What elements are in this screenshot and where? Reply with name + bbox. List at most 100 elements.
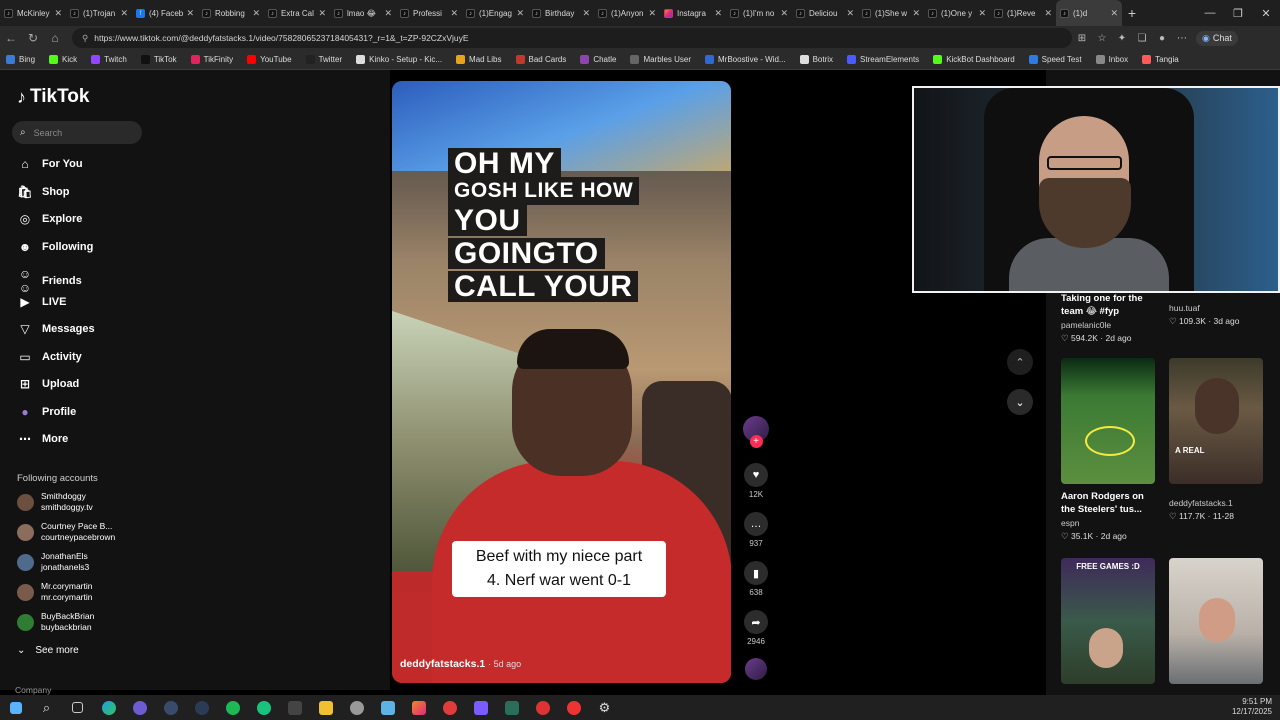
- related-card-4[interactable]: A REAL deddyfatstacks.1 ♡ 117.7K · 11-28: [1169, 358, 1263, 522]
- related-card-6[interactable]: [1169, 558, 1263, 684]
- browser-tab[interactable]: ♪ (1)I'm no ✕: [726, 0, 792, 26]
- task-view-icon[interactable]: [62, 695, 93, 720]
- nav-item-upload[interactable]: ⊞ Upload: [17, 377, 79, 391]
- close-tab-icon[interactable]: ✕: [648, 8, 656, 19]
- following-account[interactable]: JonathanEls jonathanels3: [17, 551, 89, 573]
- browser-tab[interactable]: ♪ (1)She w ✕: [858, 0, 924, 26]
- app-icon-2[interactable]: [124, 695, 155, 720]
- following-account[interactable]: BuyBackBrian buybackbrian: [17, 611, 94, 633]
- browser-tab[interactable]: ♪ (1)Trojan ✕: [66, 0, 132, 26]
- copilot-chat-button[interactable]: ◉ Chat: [1196, 30, 1238, 46]
- bookmark-item[interactable]: Marbles User: [630, 55, 691, 64]
- windows-start-icon[interactable]: [0, 695, 31, 720]
- browser-tab[interactable]: ♪ Birthday ✕: [528, 0, 594, 26]
- close-tab-icon[interactable]: ✕: [1044, 8, 1052, 19]
- like-button[interactable]: ♥ 12K: [740, 463, 772, 499]
- favorite-star-icon[interactable]: ☆: [1092, 33, 1112, 44]
- browser-tab[interactable]: ♪ (1)Reve ✕: [990, 0, 1056, 26]
- nav-item-home[interactable]: ⌂ For You: [17, 157, 82, 171]
- browser-tab[interactable]: Instagra ✕: [660, 0, 726, 26]
- close-tab-icon[interactable]: ✕: [186, 8, 194, 19]
- close-tab-icon[interactable]: ✕: [846, 8, 854, 19]
- taskbar-search-icon[interactable]: ⌕: [31, 695, 62, 720]
- edge-icon[interactable]: [93, 695, 124, 720]
- close-tab-icon[interactable]: ✕: [978, 8, 986, 19]
- follow-plus-icon[interactable]: +: [749, 435, 763, 448]
- app-icon-16[interactable]: [558, 695, 589, 720]
- bookmark-item[interactable]: Botrix: [799, 55, 833, 64]
- browser-tab[interactable]: f (4) Faceb ✕: [132, 0, 198, 26]
- app-icon-3[interactable]: [155, 695, 186, 720]
- site-info-icon[interactable]: ⚲: [82, 33, 88, 44]
- extensions-icon[interactable]: ✦: [1112, 33, 1132, 44]
- close-tab-icon[interactable]: ✕: [780, 8, 788, 19]
- browser-tab[interactable]: ♪ Extra Cal ✕: [264, 0, 330, 26]
- share-button[interactable]: ➦ 2946: [740, 610, 772, 646]
- following-account[interactable]: Smithdoggy smithdoggy.tv: [17, 491, 93, 513]
- app-icon-6[interactable]: [248, 695, 279, 720]
- profile-avatar-icon[interactable]: ●: [1152, 33, 1172, 44]
- save-button[interactable]: ▮ 638: [740, 561, 772, 597]
- system-clock[interactable]: 9:51 PM 12/17/2025: [1232, 697, 1272, 717]
- app-icon-9[interactable]: [341, 695, 372, 720]
- tiktok-logo[interactable]: ♪ TikTok: [17, 86, 89, 108]
- see-more-button[interactable]: ⌄ See more: [17, 645, 79, 656]
- close-tab-icon[interactable]: ✕: [450, 8, 458, 19]
- following-account[interactable]: Mr.corymartin mr.corymartin: [17, 581, 92, 603]
- nav-item-shop[interactable]: 🛍 Shop: [17, 185, 69, 199]
- nav-item-messages[interactable]: ▽ Messages: [17, 322, 94, 336]
- next-video-button[interactable]: ⌄: [1007, 389, 1033, 415]
- browser-tab[interactable]: ♪ Robbing ✕: [198, 0, 264, 26]
- bookmark-item[interactable]: MrBoostive - Wid...: [705, 55, 786, 64]
- related-card-1[interactable]: Taking one for the team 😂 #fyp pamelanic…: [1061, 292, 1153, 344]
- maximize-icon[interactable]: ❐: [1224, 7, 1252, 20]
- nav-item-compass[interactable]: ◎ Explore: [17, 212, 83, 226]
- sound-avatar-button[interactable]: [740, 658, 772, 680]
- minimize-icon[interactable]: —: [1196, 7, 1224, 19]
- nav-item-more[interactable]: ⋯ More: [17, 432, 68, 446]
- app-available-icon[interactable]: ⊞: [1072, 33, 1092, 44]
- related-card-5[interactable]: FREE GAMES :D: [1061, 558, 1155, 684]
- bookmark-item[interactable]: TikTok: [140, 55, 177, 64]
- app-icon-12[interactable]: [434, 695, 465, 720]
- app-icon-11[interactable]: [403, 695, 434, 720]
- bookmark-item[interactable]: Speed Test: [1028, 55, 1082, 64]
- app-icon-14[interactable]: [496, 695, 527, 720]
- close-tab-icon[interactable]: ✕: [120, 8, 128, 19]
- bookmark-item[interactable]: Inbox: [1095, 55, 1128, 64]
- bookmark-item[interactable]: StreamElements: [847, 55, 919, 64]
- collections-icon[interactable]: ❏: [1132, 33, 1152, 44]
- file-explorer-icon[interactable]: [310, 695, 341, 720]
- browser-tab[interactable]: ♪ Deliciou ✕: [792, 0, 858, 26]
- bookmark-item[interactable]: Twitter: [305, 55, 342, 64]
- close-tab-icon[interactable]: ✕: [54, 8, 62, 19]
- new-tab-button[interactable]: +: [1122, 5, 1142, 21]
- following-account[interactable]: Courtney Pace B... courtneypacebrown: [17, 521, 115, 543]
- close-tab-icon[interactable]: ✕: [318, 8, 326, 19]
- bookmark-item[interactable]: YouTube: [247, 55, 292, 64]
- app-icon-13[interactable]: [465, 695, 496, 720]
- previous-video-button[interactable]: ⌃: [1007, 349, 1033, 375]
- video-author[interactable]: deddyfatstacks.1 · 5d ago: [400, 658, 521, 670]
- bookmark-item[interactable]: Bing: [6, 55, 35, 64]
- settings-gear-icon[interactable]: ⚙: [589, 695, 620, 720]
- related-card-3[interactable]: Aaron Rodgers on the Steelers' tus... es…: [1061, 358, 1155, 542]
- close-tab-icon[interactable]: ✕: [912, 8, 920, 19]
- spotify-icon[interactable]: [217, 695, 248, 720]
- comment-button[interactable]: … 937: [740, 512, 772, 548]
- app-icon-15[interactable]: [527, 695, 558, 720]
- browser-tab[interactable]: ♪ McKinley ✕: [0, 0, 66, 26]
- browser-tab[interactable]: ♪ (1)One y ✕: [924, 0, 990, 26]
- close-tab-icon[interactable]: ✕: [252, 8, 260, 19]
- bookmark-item[interactable]: KickBot Dashboard: [933, 55, 1015, 64]
- search-input[interactable]: ⌕ Search: [12, 121, 142, 144]
- browser-tab[interactable]: ♪ lmao 😂 ✕: [330, 0, 396, 26]
- close-tab-icon[interactable]: ✕: [516, 8, 524, 19]
- related-card-2[interactable]: huu.tuaf ♡ 109.3K · 3d ago: [1169, 303, 1239, 327]
- close-tab-icon[interactable]: ✕: [714, 8, 722, 19]
- reload-icon[interactable]: ↻: [22, 31, 44, 45]
- bookmark-item[interactable]: Kinko - Setup - Kic...: [356, 55, 442, 64]
- nav-item-activity[interactable]: ▭ Activity: [17, 350, 81, 364]
- nav-item-profile[interactable]: ● Profile: [17, 405, 76, 419]
- bookmark-item[interactable]: Mad Libs: [456, 55, 502, 64]
